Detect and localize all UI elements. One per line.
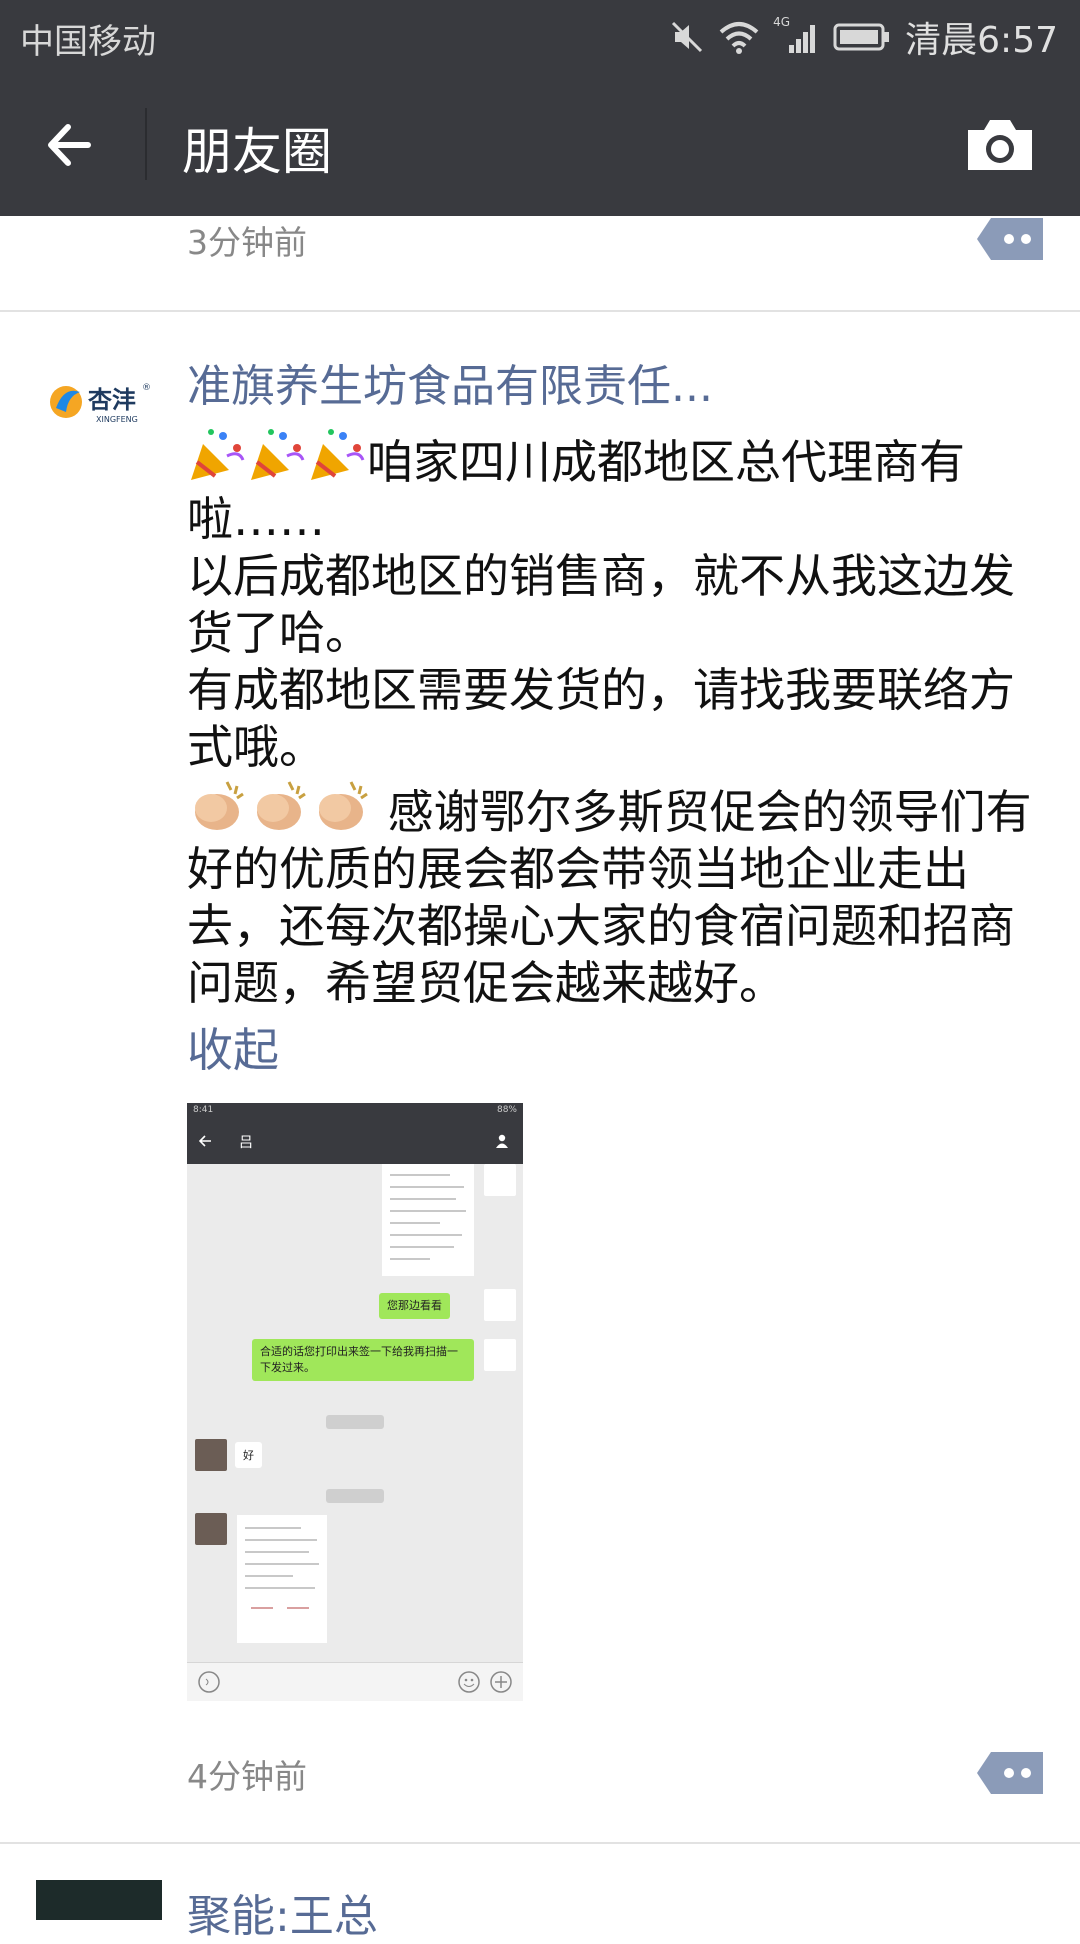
plus-icon [490,1671,512,1693]
image-time-stamp [326,1489,384,1503]
clock: 清晨6:57 [905,20,1058,61]
image-status-bar: 8:41 88% [187,1103,523,1119]
party-popper-icon [251,429,305,480]
image-status-time: 8:41 [193,1105,214,1115]
arrow-left-icon[interactable] [38,110,108,180]
clapping-hands-icons [187,776,373,834]
emoji-icon [458,1671,480,1693]
camera-icon[interactable] [964,116,1036,174]
signal-icon: 4G [773,15,819,55]
page-title: 朋友圈 [182,123,332,181]
post-image[interactable]: 8:41 88% 吕 您那边看看 合适的话您打印出来签一下给我再扫描一下发过来。… [187,1103,523,1701]
person-icon [496,1134,508,1148]
more-options-icon[interactable] [977,1752,1043,1794]
logo-subtext: XINGFENG [96,415,138,424]
image-battery-label: 88% [496,1105,517,1115]
wifi-icon [719,22,759,54]
voice-icon [198,1671,220,1693]
nav-divider [145,108,147,180]
image-message-bubble: 您那边看看 [379,1293,450,1319]
image-contact-avatar [195,1513,227,1545]
clapping-hands-icon [257,781,306,830]
logo-text: 杏沣 [88,386,136,414]
post-time: 3分钟前 [187,223,307,262]
image-document-thumb [382,1164,474,1276]
status-icons: 4G 清晨6:57 [669,12,1058,62]
image-message-bubble: 合适的话您打印出来签一下给我再扫描一下发过来。 [252,1339,474,1381]
post-text-line2: 以后成都地区的销售商，就不从我这边发货了哈。 [187,549,1015,660]
post-divider [0,1842,1080,1844]
party-popper-icons [187,426,367,484]
party-popper-icon [311,429,365,480]
image-nav-bar: 吕 [187,1119,523,1164]
collapse-link[interactable]: 收起 [187,1014,279,1080]
battery-icon [833,23,890,51]
clapping-hands-icon [319,781,368,830]
image-sender-avatar [484,1289,516,1321]
image-document-thumb [237,1515,327,1643]
nav-bar: 朋友圈 [0,72,1080,216]
author-name[interactable]: 准旗养生坊食品有限责任... [187,350,713,414]
post-divider [0,310,1080,312]
image-sender-avatar [484,1164,516,1196]
avatar[interactable]: 杏沣 ® XINGFENG [44,360,152,468]
image-reply-bubble: 好 [235,1442,262,1468]
more-options-icon[interactable] [977,218,1043,260]
mute-icon [672,21,703,53]
image-contact-avatar [195,1439,227,1471]
post-text-line3: 有成都地区需要发货的，请找我要联络方式哦。 [187,663,1015,774]
image-time-stamp [326,1415,384,1429]
company-logo: 杏沣 ® XINGFENG [50,383,151,424]
clapping-hands-icon [195,781,244,830]
author-name[interactable]: 聚能:王总 [187,1880,378,1944]
svg-text:®: ® [142,383,151,393]
arrow-left-icon [199,1135,211,1147]
carrier-label: 中国移动 [20,22,156,62]
image-chat-title: 吕 [239,1135,253,1151]
post-content: 咱家四川成都地区总代理商有啦…… 以后成都地区的销售商，就不从我这边发货了哈。 … [187,426,1047,1012]
party-popper-icon [191,429,245,480]
status-bar: 中国移动 4G 清晨6:57 [0,0,1080,72]
avatar[interactable] [36,1880,162,1920]
image-sender-avatar [484,1339,516,1371]
post-time: 4分钟前 [187,1757,307,1796]
image-input-bar [187,1662,523,1701]
